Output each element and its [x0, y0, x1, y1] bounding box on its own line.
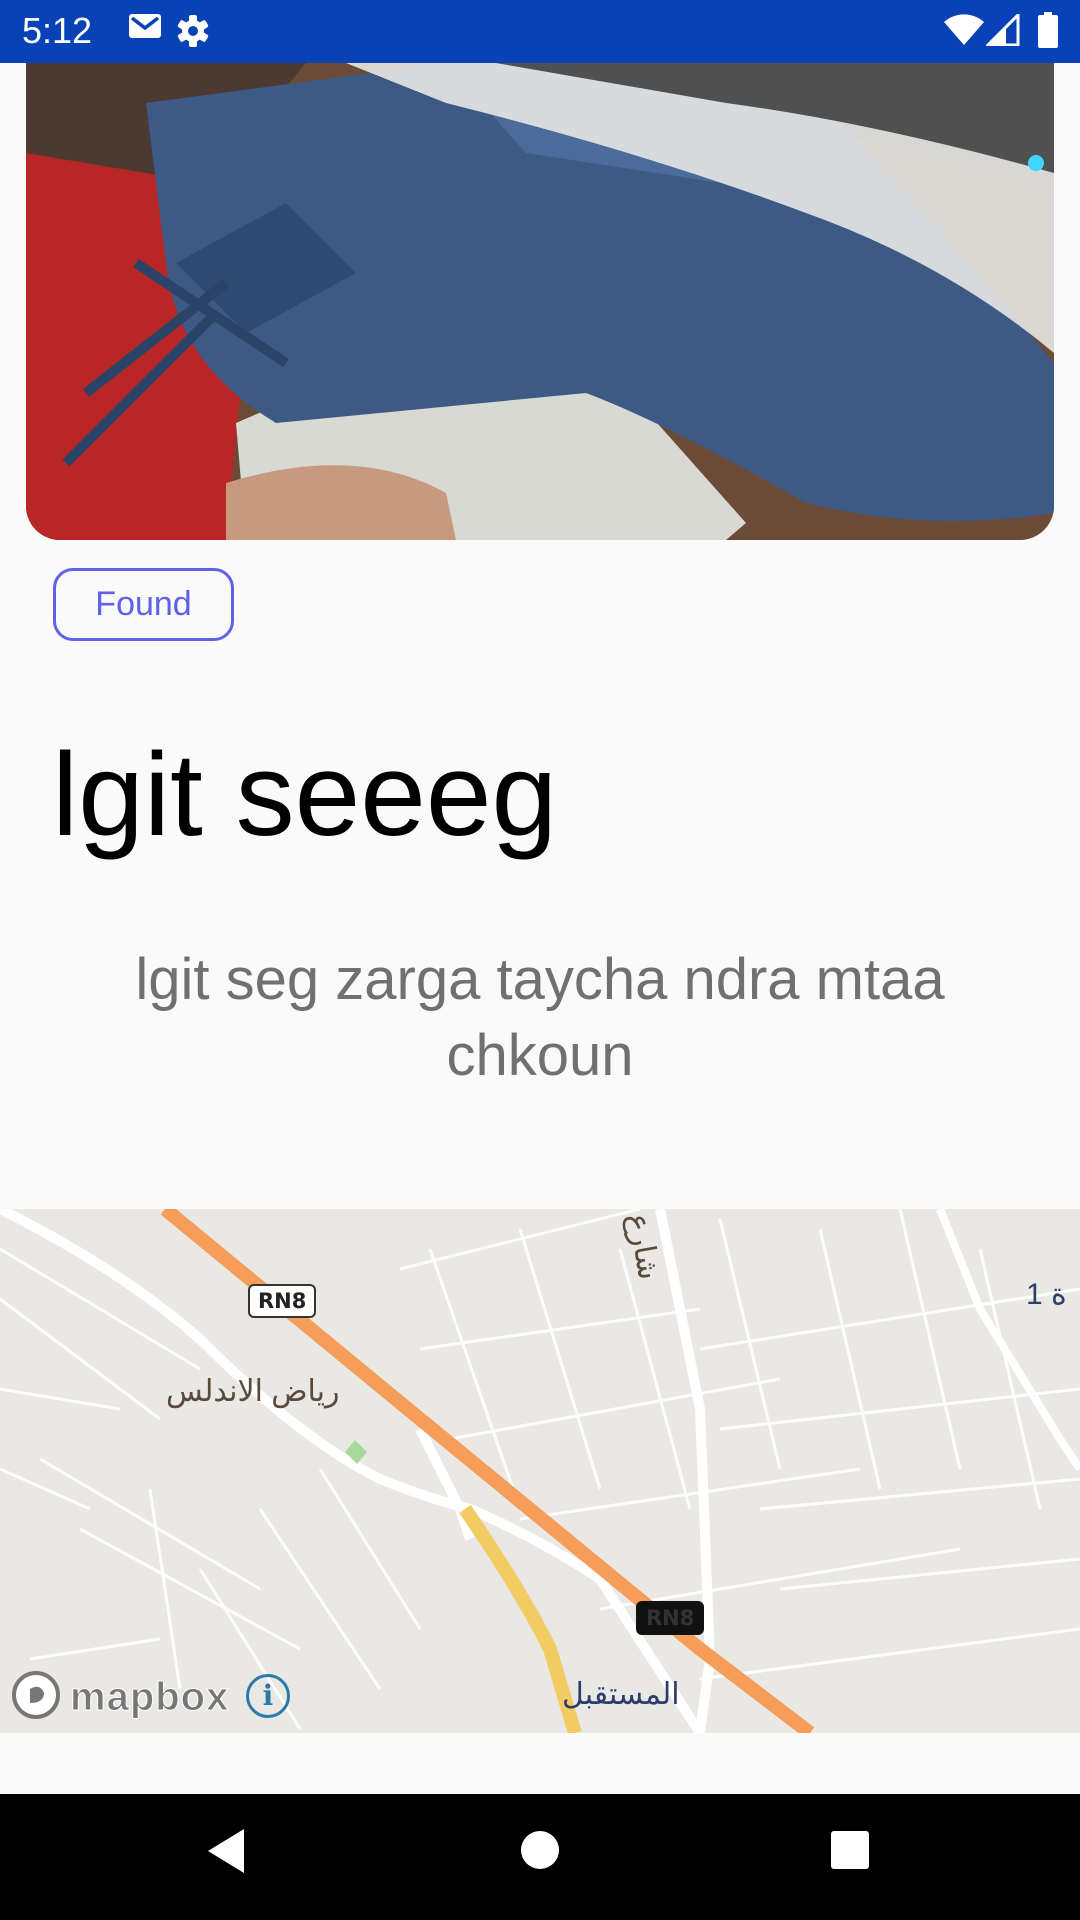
road-shield-rn8: RN8 — [248, 1284, 317, 1318]
home-icon[interactable] — [520, 1830, 560, 1875]
map-label-edge: ة 1 — [1026, 1278, 1067, 1311]
item-photo — [26, 63, 1054, 540]
status-chip-found[interactable]: Found — [53, 568, 234, 641]
battery-icon — [1038, 12, 1058, 53]
back-icon[interactable] — [204, 1826, 248, 1881]
mapbox-icon — [10, 1669, 62, 1726]
map-label-mustaqbal: المستقبل — [562, 1678, 680, 1711]
status-time: 5:12 — [22, 10, 93, 51]
road-shield-rn8-lower: RN8 — [636, 1601, 705, 1635]
item-description: lgit seg zarga taycha ndra mtaa chkoun — [135, 947, 945, 1088]
item-title: lgit seeeg — [52, 729, 558, 861]
mapbox-wordmark: mapbox — [69, 1674, 230, 1719]
map-info-button[interactable]: i — [246, 1674, 290, 1718]
recents-icon[interactable] — [830, 1830, 870, 1875]
wifi-icon — [944, 14, 984, 51]
cellular-signal-icon — [984, 11, 1020, 51]
location-map[interactable]: رياض الاندلس المستقبل شارع ة 1 RN8 RN8 — [0, 1209, 1080, 1733]
map-label-riyadh-andalus: رياض الاندلس — [166, 1375, 340, 1408]
navigation-bar — [0, 1794, 1080, 1920]
status-bar: 5:12 — [0, 0, 1080, 63]
gmail-icon — [128, 12, 162, 45]
settings-icon — [176, 14, 210, 53]
mapbox-logo[interactable]: mapbox — [10, 1669, 229, 1725]
